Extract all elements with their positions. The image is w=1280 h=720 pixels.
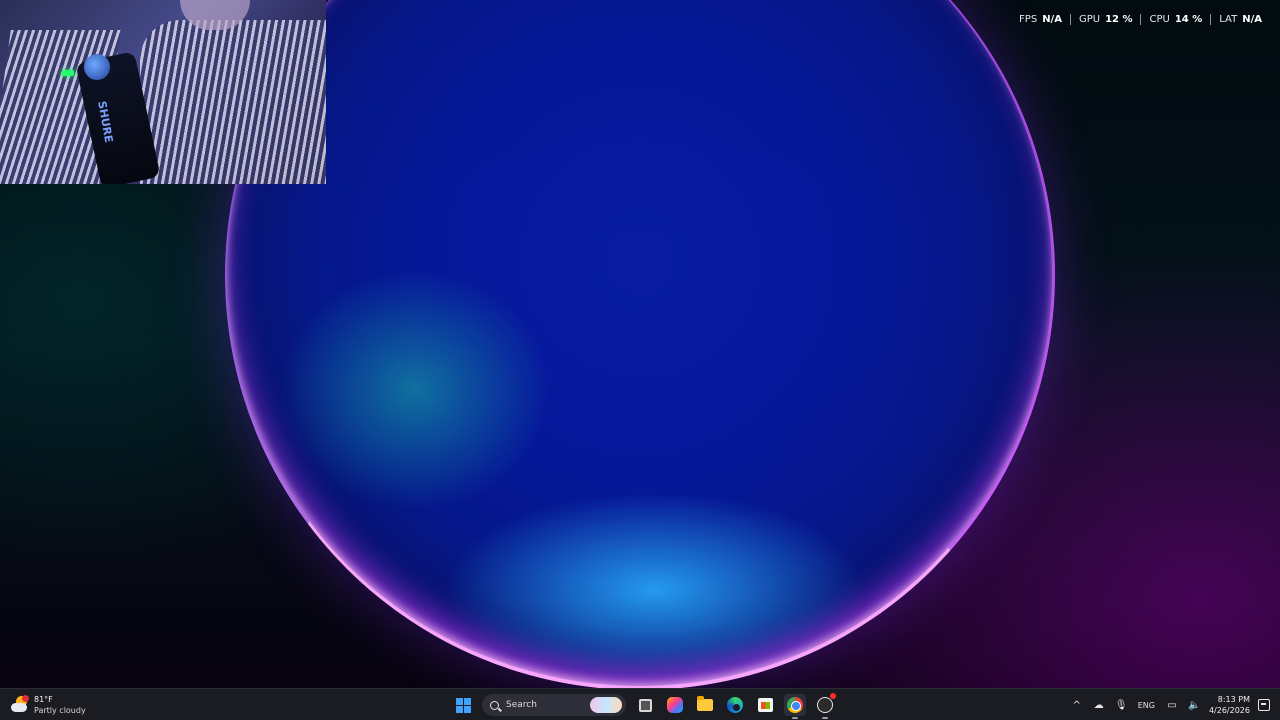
- webcam-shirt-right: [140, 20, 326, 184]
- store-button[interactable]: [754, 694, 776, 716]
- webcam-overlay: SHURE: [0, 0, 326, 184]
- store-icon: [757, 698, 773, 712]
- perf-label: CPU: [1149, 13, 1170, 25]
- copilot-icon: [667, 697, 683, 713]
- onedrive-cloud-icon[interactable]: ☁: [1093, 700, 1105, 711]
- perf-latency: LAT N/A: [1210, 13, 1270, 25]
- perf-cpu: CPU 14 %: [1140, 13, 1210, 25]
- clock-date: 4/26/2026: [1208, 706, 1250, 715]
- weather-temperature: 81°F: [34, 695, 53, 704]
- perf-value: N/A: [1042, 13, 1062, 25]
- edge-icon: [727, 697, 743, 713]
- chrome-button[interactable]: [784, 694, 806, 719]
- perf-value: 14 %: [1174, 13, 1203, 25]
- webcam-green-led: [62, 70, 74, 76]
- task-view-button[interactable]: [634, 694, 656, 716]
- edge-button[interactable]: [724, 694, 746, 716]
- network-icon[interactable]: ▭: [1166, 700, 1178, 711]
- taskbar-apps: Search: [452, 691, 840, 719]
- search-highlight-icon: [590, 697, 622, 713]
- notification-center-icon[interactable]: [1258, 699, 1270, 711]
- perf-gpu: GPU 12 %: [1069, 13, 1141, 25]
- chevron-up-icon[interactable]: ^: [1071, 700, 1083, 711]
- clock-time: 8:13 PM: [1217, 695, 1250, 704]
- obs-icon: [817, 697, 833, 713]
- search-label: Search: [506, 700, 537, 710]
- performance-overlay: FPS N/A GPU 12 % CPU 14 % LAT N/A: [1011, 12, 1270, 26]
- weather-widget[interactable]: 81°F Partly cloudy: [10, 692, 86, 718]
- perf-value: N/A: [1242, 13, 1262, 25]
- copilot-button[interactable]: [664, 694, 686, 716]
- task-view-icon: [638, 698, 652, 712]
- microphone-icon[interactable]: 🎙: [1115, 700, 1128, 711]
- partly-cloudy-icon: [10, 695, 30, 715]
- desktop-wallpaper: SHURE FPS N/A GPU 12 % CPU 14 % LAT N/A: [0, 0, 1280, 688]
- running-indicator: [792, 717, 798, 719]
- search-box[interactable]: Search: [482, 694, 626, 716]
- windows-logo-icon[interactable]: [456, 697, 471, 713]
- perf-value: 12 %: [1105, 13, 1133, 25]
- file-explorer-button[interactable]: [694, 694, 716, 716]
- webcam-microphone-head: [84, 54, 110, 80]
- weather-condition: Partly cloudy: [34, 706, 86, 715]
- search-icon: [490, 700, 499, 710]
- taskbar: 81°F Partly cloudy Search ^ ☁ 🎙 ENG ▭ 🔈 …: [0, 688, 1280, 720]
- volume-icon[interactable]: 🔈: [1188, 700, 1200, 711]
- wallpaper-orb-rim: [225, 0, 1055, 688]
- system-tray: ^ ☁ 🎙 ENG ▭ 🔈 8:13 PM 4/26/2026: [1066, 691, 1270, 719]
- running-indicator: [822, 717, 828, 719]
- perf-label: LAT: [1219, 13, 1238, 25]
- obs-button[interactable]: [814, 693, 836, 719]
- language-indicator[interactable]: ENG: [1138, 701, 1155, 710]
- perf-label: FPS: [1019, 13, 1038, 25]
- chrome-icon: [787, 697, 803, 713]
- clock[interactable]: 8:13 PM 4/26/2026: [1209, 694, 1250, 716]
- perf-label: GPU: [1078, 13, 1101, 25]
- notification-badge: [830, 693, 836, 699]
- folder-icon: [697, 696, 713, 711]
- perf-fps: FPS N/A: [1011, 14, 1070, 25]
